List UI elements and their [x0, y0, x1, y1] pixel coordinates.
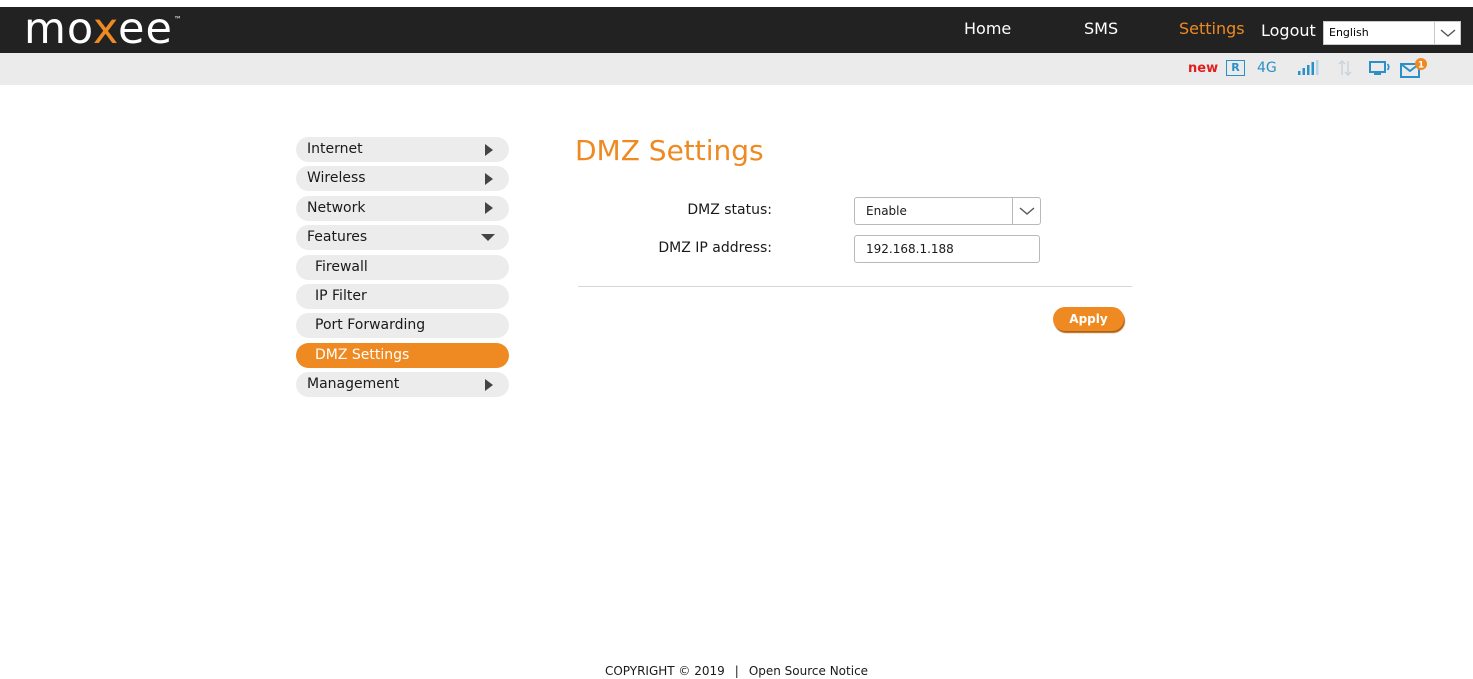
- mail-count-badge: 1: [1418, 61, 1424, 71]
- status-bar: new R 4G 1: [0, 53, 1473, 85]
- logo-trademark: ™: [173, 15, 182, 24]
- sidebar-item-ip-filter[interactable]: IP Filter: [296, 283, 509, 309]
- chevron-down-icon[interactable]: [1012, 198, 1040, 224]
- signal-icon: [1297, 60, 1321, 80]
- network-type-label: 4G: [1257, 60, 1277, 76]
- dmz-status-select[interactable]: Enable: [854, 197, 1041, 225]
- sidebar-item-firewall[interactable]: Firewall: [296, 254, 509, 280]
- sidebar-item-features[interactable]: Features: [296, 225, 509, 251]
- chevron-down-icon: [481, 225, 495, 250]
- chevron-right-icon: [485, 166, 493, 191]
- dmz-status-label: DMZ status:: [687, 202, 772, 218]
- logo-text-prefix: mo: [24, 4, 93, 54]
- nav-home-link[interactable]: Home: [964, 19, 1011, 38]
- apply-button[interactable]: Apply: [1053, 307, 1124, 331]
- language-selected-value: English: [1329, 26, 1369, 39]
- page-title: DMZ Settings: [575, 134, 764, 167]
- footer: COPYRIGHT © 2019 | Open Source Notice: [0, 664, 1473, 678]
- sidebar-item-management[interactable]: Management: [296, 372, 509, 398]
- mail-icon[interactable]: 1: [1400, 58, 1428, 84]
- sidebar-item-network[interactable]: Network: [296, 195, 509, 221]
- connected-device-icon: [1369, 61, 1393, 81]
- nav-settings-link[interactable]: Settings: [1179, 19, 1245, 38]
- logout-link[interactable]: Logout: [1261, 21, 1316, 40]
- sidebar-item-label: DMZ Settings: [315, 346, 410, 363]
- nav-sms-link[interactable]: SMS: [1084, 19, 1118, 38]
- new-indicator: new: [1188, 61, 1219, 76]
- chevron-down-icon[interactable]: [1434, 22, 1460, 44]
- sidebar-item-port-forwarding[interactable]: Port Forwarding: [296, 313, 509, 339]
- sidebar-item-label: Management: [307, 376, 400, 393]
- sidebar-item-label: IP Filter: [315, 287, 367, 304]
- data-transfer-icon: [1338, 59, 1352, 81]
- logo-text-suffix: ee: [118, 4, 173, 54]
- roaming-icon: R: [1226, 60, 1245, 76]
- sidebar-item-label: Port Forwarding: [315, 317, 426, 334]
- sidebar-item-label: Network: [307, 199, 366, 216]
- chevron-right-icon: [485, 372, 493, 397]
- dmz-ip-input[interactable]: [854, 235, 1040, 263]
- chevron-right-icon: [485, 137, 493, 162]
- language-select[interactable]: English: [1323, 21, 1461, 45]
- chevron-right-icon: [485, 196, 493, 221]
- dmz-status-value: Enable: [866, 204, 907, 218]
- logo-text-accent: x: [92, 4, 118, 54]
- sidebar-item-label: Wireless: [307, 170, 366, 187]
- moxee-logo: moxee ™: [24, 8, 182, 51]
- sidebar-item-dmz-settings[interactable]: DMZ Settings: [296, 342, 509, 368]
- sidebar-item-label: Firewall: [315, 258, 368, 275]
- sidebar-item-wireless[interactable]: Wireless: [296, 166, 509, 192]
- dmz-ip-label: DMZ IP address:: [658, 240, 772, 256]
- sidebar-item-internet[interactable]: Internet: [296, 137, 509, 162]
- sidebar-item-label: Features: [307, 229, 368, 246]
- footer-separator: |: [734, 664, 739, 678]
- settings-sidebar: Internet Wireless Network Features Firew…: [296, 137, 509, 402]
- open-source-notice-link[interactable]: Open Source Notice: [749, 664, 868, 678]
- copyright-text: COPYRIGHT © 2019: [604, 664, 725, 678]
- sidebar-item-label: Internet: [307, 141, 363, 157]
- top-navigation-bar: moxee ™ Home SMS Settings Logout English: [0, 7, 1473, 53]
- form-divider: [578, 286, 1132, 287]
